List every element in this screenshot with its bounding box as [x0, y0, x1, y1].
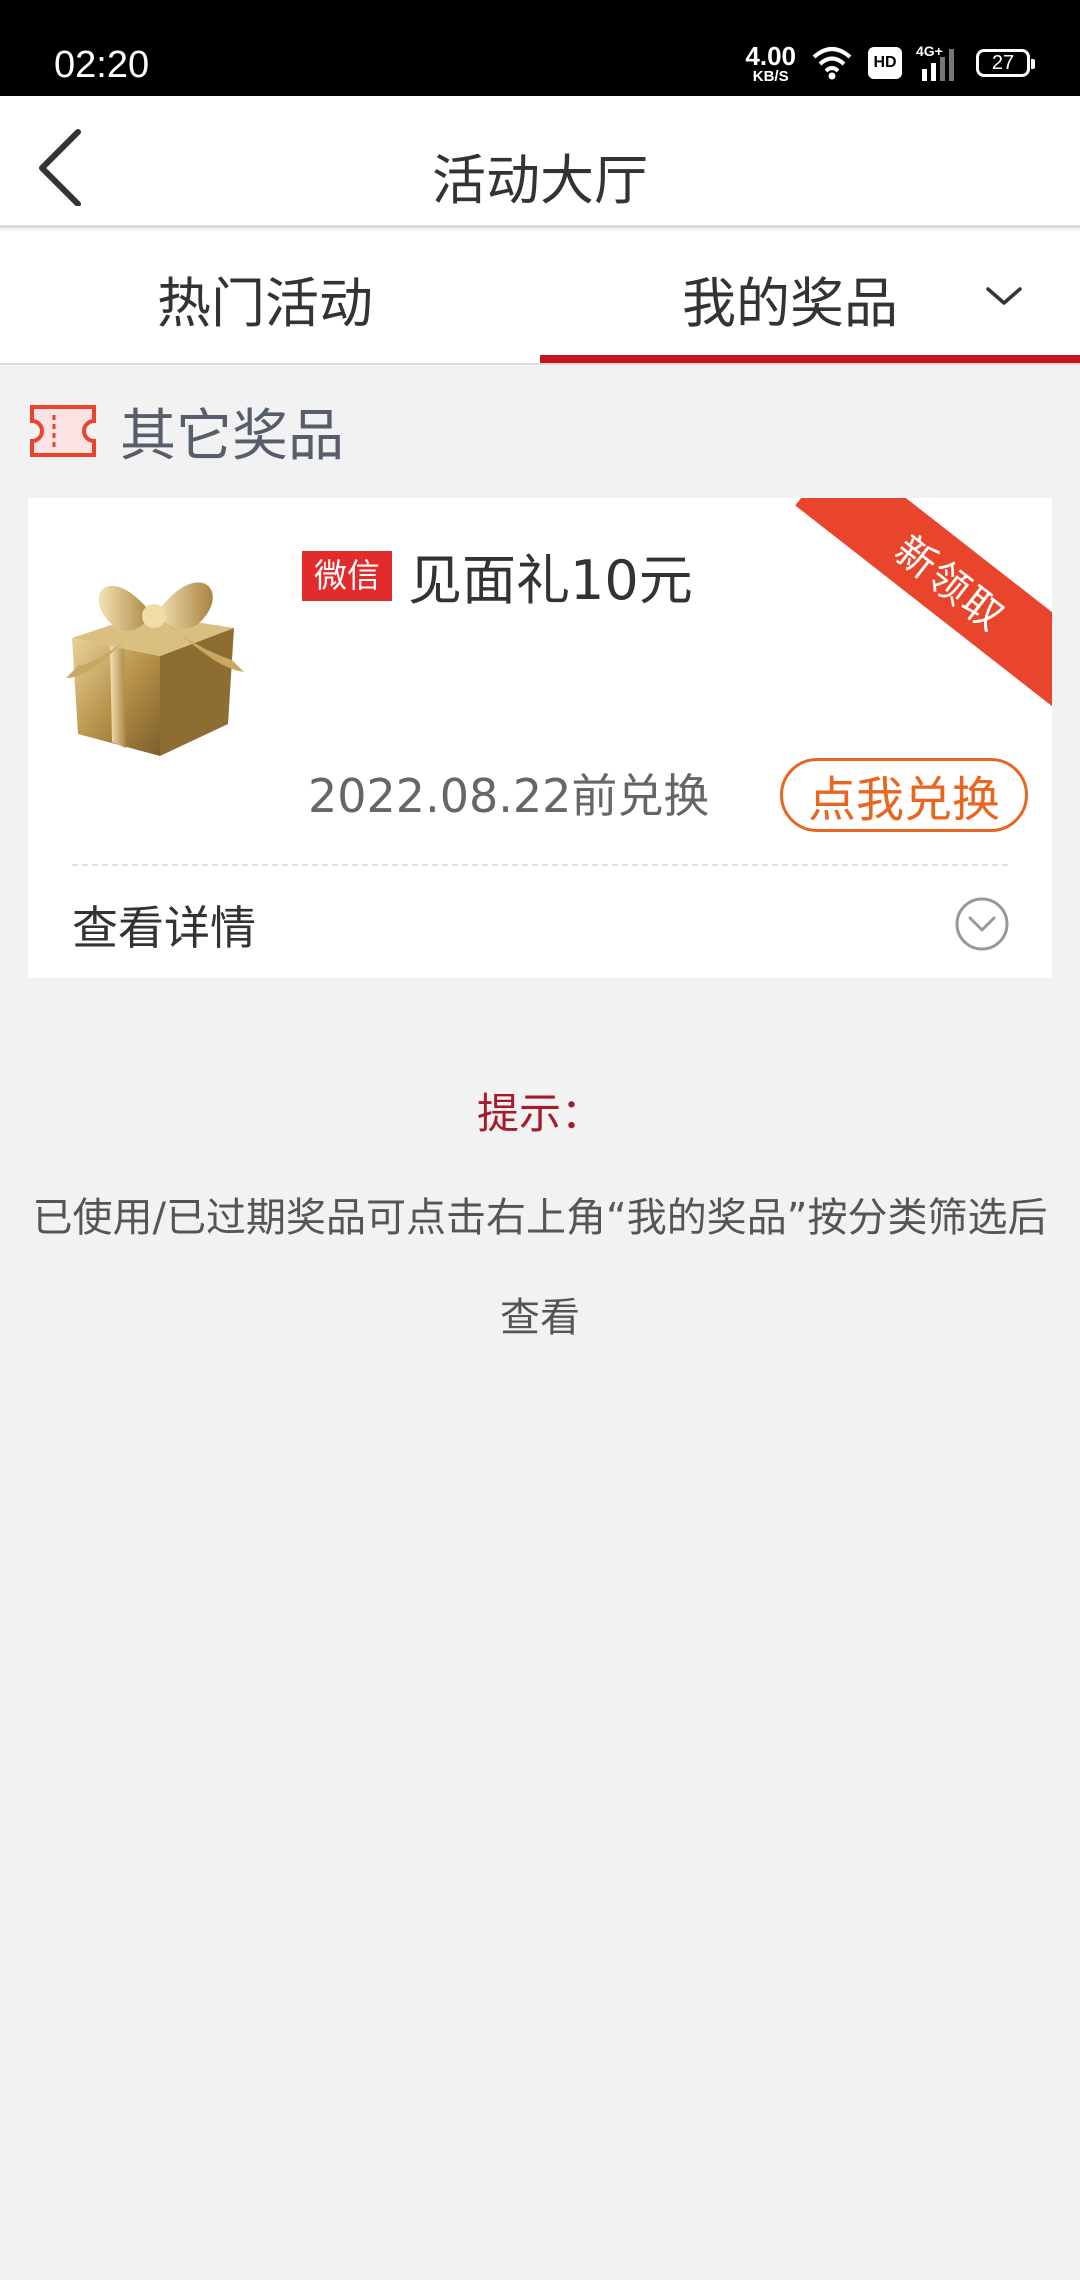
wifi-icon — [812, 47, 852, 80]
tab-hot-activities[interactable]: 热门活动 — [0, 231, 540, 365]
tip-text: 已使用/已过期奖品可点击右上角“我的奖品”按分类筛选后查看 — [32, 1195, 1048, 1341]
tab-label: 热门活动 — [157, 271, 373, 335]
status-icons: 4.00 KB/S HD 4G+ 27 — [745, 40, 1035, 86]
prize-card[interactable]: 新领取 微信 见面礼10元 2022.08.22前兑换 点我兑换 查看详情 — [28, 498, 1052, 978]
expire-date: 2022.08.22前兑换 — [308, 769, 710, 823]
status-time: 02:20 — [54, 44, 150, 86]
net-speed-value: 4.00 — [745, 40, 796, 71]
net-speed-unit: KB/S — [752, 67, 789, 85]
new-ribbon: 新领取 — [795, 498, 1052, 715]
tab-my-prizes[interactable]: 我的奖品 — [540, 231, 1080, 365]
chevron-down-circle-icon[interactable] — [954, 896, 1010, 952]
ticket-icon — [30, 405, 96, 457]
status-bar: 02:20 4.00 KB/S HD 4G+ 27 — [0, 0, 1080, 96]
view-details-link[interactable]: 查看详情 — [72, 892, 256, 958]
section-title: 其它奖品 — [120, 403, 344, 469]
section-header: 其它奖品 — [28, 396, 344, 469]
battery-icon: 27 — [976, 49, 1035, 77]
prize-title-row: 微信 见面礼10元 — [302, 536, 693, 615]
tip-title: 提示： — [476, 1089, 603, 1138]
prize-name: 见面礼10元 — [408, 549, 693, 612]
card-divider — [72, 864, 1008, 866]
tab-label: 我的奖品 — [682, 271, 898, 335]
wechat-tag: 微信 — [302, 550, 392, 601]
page-title: 活动大厅 — [432, 149, 648, 212]
net-speed: 4.00 KB/S — [745, 43, 796, 84]
signal-icon: 4G+ — [916, 43, 962, 83]
hd-badge: HD — [868, 47, 902, 79]
chevron-down-icon[interactable] — [984, 281, 1024, 311]
tab-selected-indicator — [540, 355, 1080, 363]
tab-bar: 热门活动 我的奖品 — [0, 231, 1080, 365]
gift-box-icon — [66, 582, 244, 756]
redeem-button[interactable]: 点我兑换 — [780, 758, 1028, 832]
nav-bar: 活动大厅 — [0, 96, 1080, 228]
